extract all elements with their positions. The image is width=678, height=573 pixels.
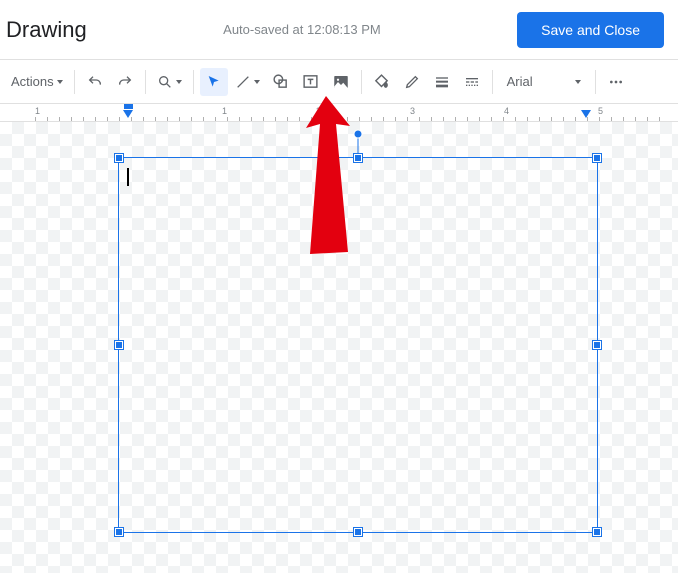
line-weight-icon	[434, 74, 450, 90]
resize-handle[interactable]	[115, 154, 123, 162]
shape-tool-button[interactable]	[267, 68, 295, 96]
toolbar-separator	[74, 70, 75, 94]
ruler-number: 2	[316, 106, 321, 116]
border-dash-button[interactable]	[458, 68, 486, 96]
fill-color-button[interactable]	[368, 68, 396, 96]
undo-icon	[87, 74, 103, 90]
redo-button[interactable]	[111, 68, 139, 96]
pencil-icon	[404, 74, 420, 90]
image-tool-button[interactable]	[327, 68, 355, 96]
ruler-number: 4	[504, 106, 509, 116]
save-and-close-button[interactable]: Save and Close	[517, 12, 664, 48]
redo-icon	[117, 74, 133, 90]
textbox-tool-button[interactable]	[297, 68, 325, 96]
text-cursor	[127, 168, 129, 186]
ruler-number: 1	[222, 106, 227, 116]
toolbar-separator	[193, 70, 194, 94]
resize-handle[interactable]	[354, 528, 362, 536]
line-icon	[235, 74, 251, 90]
textbox-icon	[302, 73, 319, 90]
toolbar-separator	[595, 70, 596, 94]
ruler-number: 1	[35, 106, 40, 116]
actions-label: Actions	[11, 74, 54, 89]
image-icon	[332, 73, 350, 91]
line-dash-icon	[464, 74, 480, 90]
selected-textbox[interactable]	[118, 157, 598, 533]
shape-icon	[272, 73, 289, 90]
resize-handle[interactable]	[354, 154, 362, 162]
dialog-title: Drawing	[6, 17, 87, 43]
select-tool-button[interactable]	[200, 68, 228, 96]
toolbar-separator	[361, 70, 362, 94]
caret-down-icon	[176, 80, 182, 84]
more-tools-button[interactable]	[602, 68, 630, 96]
caret-down-icon	[575, 80, 581, 84]
actions-menu-button[interactable]: Actions	[6, 68, 68, 96]
rotation-handle[interactable]	[354, 130, 363, 139]
ruler-right-margin-marker[interactable]	[581, 110, 591, 118]
resize-handle[interactable]	[593, 528, 601, 536]
zoom-icon	[157, 74, 173, 90]
resize-handle[interactable]	[115, 341, 123, 349]
drawing-canvas[interactable]	[0, 122, 678, 573]
border-color-button[interactable]	[398, 68, 426, 96]
dialog-header: Drawing Auto-saved at 12:08:13 PM Save a…	[0, 0, 678, 60]
caret-down-icon	[254, 80, 260, 84]
caret-down-icon	[57, 80, 63, 84]
paint-bucket-icon	[373, 73, 390, 90]
ruler-number: 3	[410, 106, 415, 116]
font-select-label: Arial	[507, 74, 533, 89]
horizontal-ruler: 1 1 2 3 4 5	[0, 104, 678, 122]
resize-handle[interactable]	[115, 528, 123, 536]
resize-handle[interactable]	[593, 154, 601, 162]
toolbar: Actions Arial	[0, 60, 678, 104]
toolbar-separator	[492, 70, 493, 94]
border-weight-button[interactable]	[428, 68, 456, 96]
font-select-button[interactable]: Arial	[499, 68, 589, 96]
cursor-icon	[206, 74, 222, 90]
zoom-button[interactable]	[152, 68, 187, 96]
resize-handle[interactable]	[593, 341, 601, 349]
more-horizontal-icon	[608, 74, 624, 90]
undo-button[interactable]	[81, 68, 109, 96]
ruler-number: 5	[598, 106, 603, 116]
ruler-indent-marker[interactable]	[124, 104, 133, 109]
line-tool-button[interactable]	[230, 68, 265, 96]
toolbar-separator	[145, 70, 146, 94]
autosave-status: Auto-saved at 12:08:13 PM	[87, 22, 517, 37]
